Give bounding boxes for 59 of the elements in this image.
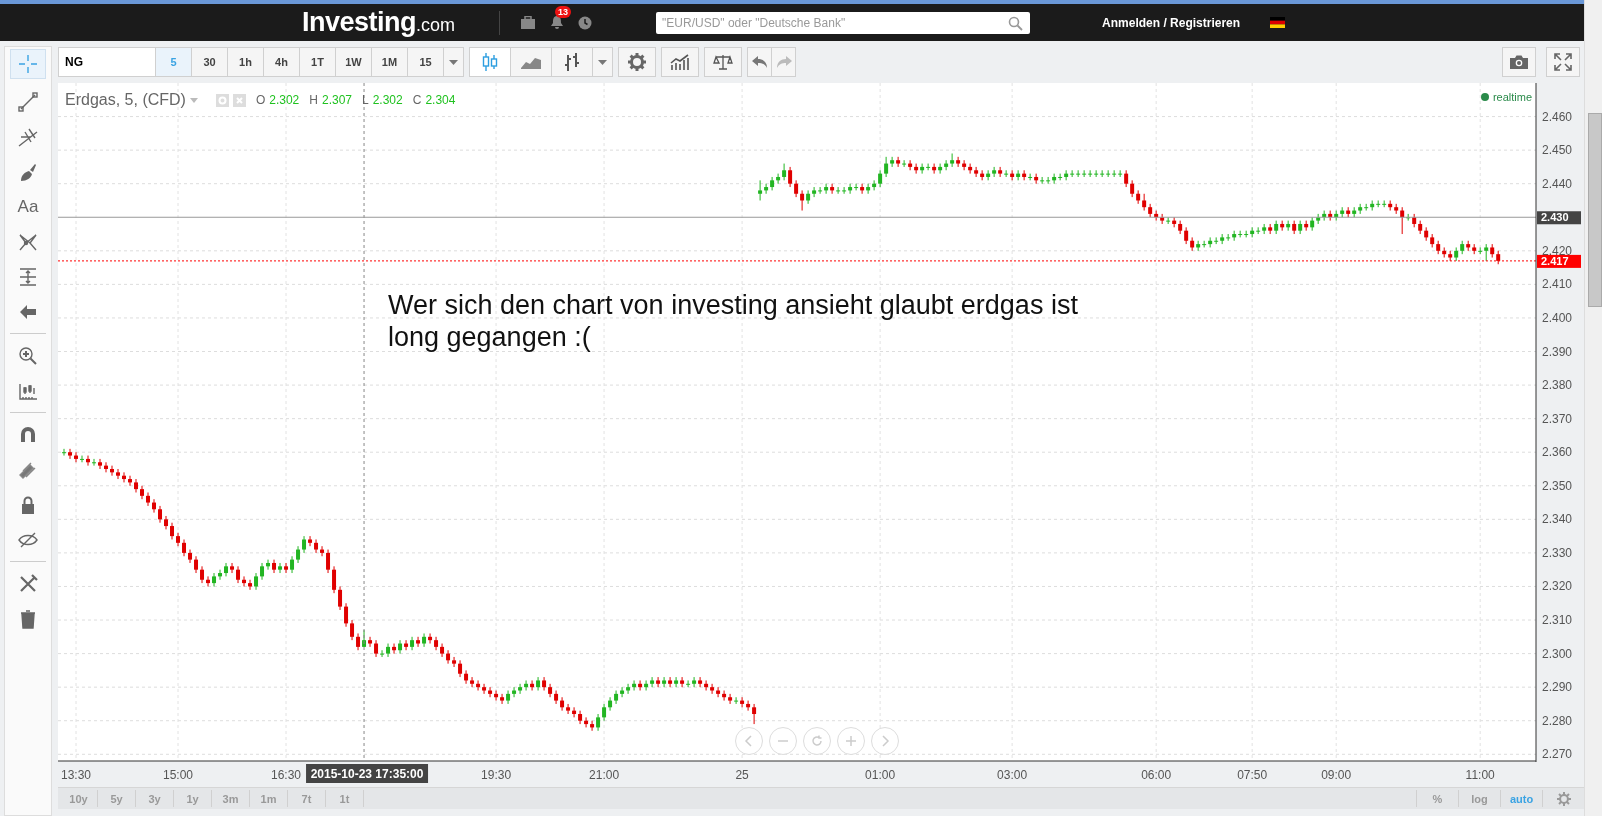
search-field[interactable]: "EUR/USD" oder "Deutsche Bank": [656, 11, 1031, 34]
interval-button[interactable]: 1T: [299, 47, 336, 77]
ohlc-value: 2.302: [372, 93, 403, 107]
price-axis-label: 2.290: [1542, 680, 1573, 695]
interval-button[interactable]: 15: [407, 47, 444, 77]
interval-button[interactable]: 1h: [227, 47, 264, 77]
time-axis-label: 11:00: [1465, 768, 1495, 782]
ohlc-label: H: [309, 93, 318, 107]
price-axis-label: 2.270: [1542, 747, 1573, 762]
ohlc-value: 2.304: [425, 93, 456, 107]
login-link[interactable]: Anmelden / Registrieren: [1102, 15, 1241, 30]
time-axis-label: 01:00: [865, 768, 896, 782]
time-axis-label: 21:00: [589, 768, 620, 782]
price-axis-label: 2.280: [1542, 713, 1573, 728]
interval-button[interactable]: 1W: [335, 47, 372, 77]
price-axis-label: 2.300: [1542, 646, 1573, 661]
notification-badge: 13: [555, 6, 572, 18]
time-axis-label: 19:30: [481, 768, 512, 782]
price-axis-label: 2.460: [1542, 109, 1573, 124]
time-axis-label: 06:00: [1141, 768, 1172, 782]
time-axis-label: 07:50: [1237, 768, 1268, 782]
price-axis-label: 2.330: [1542, 545, 1573, 560]
time-axis-label: 09:00: [1321, 768, 1352, 782]
ohlc-value: 2.307: [321, 93, 352, 107]
ohlc-label: L: [362, 93, 369, 107]
symbol-field[interactable]: NG: [58, 47, 156, 77]
ref-line-label: 2.430: [1541, 211, 1569, 224]
ohlc-label: O: [255, 93, 266, 107]
price-axis-label: 2.370: [1542, 411, 1573, 426]
x-tick-label: 2015-10-23 17:35:00: [310, 767, 424, 781]
time-axis-label: 25: [735, 768, 749, 782]
ohlc-value: 2.302: [269, 93, 300, 107]
price-axis-label: 2.350: [1542, 478, 1573, 493]
time-axis-label: 16:30: [271, 768, 302, 782]
interval-button[interactable]: 4h: [263, 47, 300, 77]
time-axis-label: 13:30: [61, 768, 91, 782]
time-axis-label: 15:00: [163, 768, 194, 782]
price-axis-label: 2.380: [1542, 378, 1573, 393]
price-marker: 2.417: [1537, 254, 1581, 268]
interval-button[interactable]: 30: [191, 47, 228, 77]
price-axis-label: 2.340: [1542, 512, 1573, 527]
price-axis-label: 2.320: [1542, 579, 1573, 594]
price-axis-label: 2.360: [1542, 445, 1573, 460]
text-tool-button[interactable]: Aa: [10, 189, 46, 224]
ohlc-label: C: [412, 93, 422, 107]
chart-note: Wer sich den chart von investing ansieht glaubt erdgas ist long gegangen :(: [388, 289, 1079, 353]
price-marker: 2.430: [1537, 211, 1581, 225]
time-axis-label: 03:00: [997, 768, 1028, 782]
time-marker: 2015-10-23 17:35:00: [306, 764, 429, 783]
realtime-label: realtime: [1492, 91, 1532, 103]
instrument-title[interactable]: Erdgas, 5, (CFD): [65, 91, 186, 109]
price-axis-label: 2.310: [1542, 613, 1573, 628]
price-axis-label: 2.450: [1542, 143, 1573, 158]
site-logo[interactable]: Investing.com: [302, 7, 456, 38]
price-axis-label: 2.410: [1542, 277, 1573, 292]
interval-button[interactable]: 1M: [371, 47, 408, 77]
price-axis-label: 2.390: [1542, 344, 1573, 359]
price-axis-label: 2.440: [1542, 176, 1573, 191]
price-axis-label: 2.400: [1542, 310, 1573, 325]
